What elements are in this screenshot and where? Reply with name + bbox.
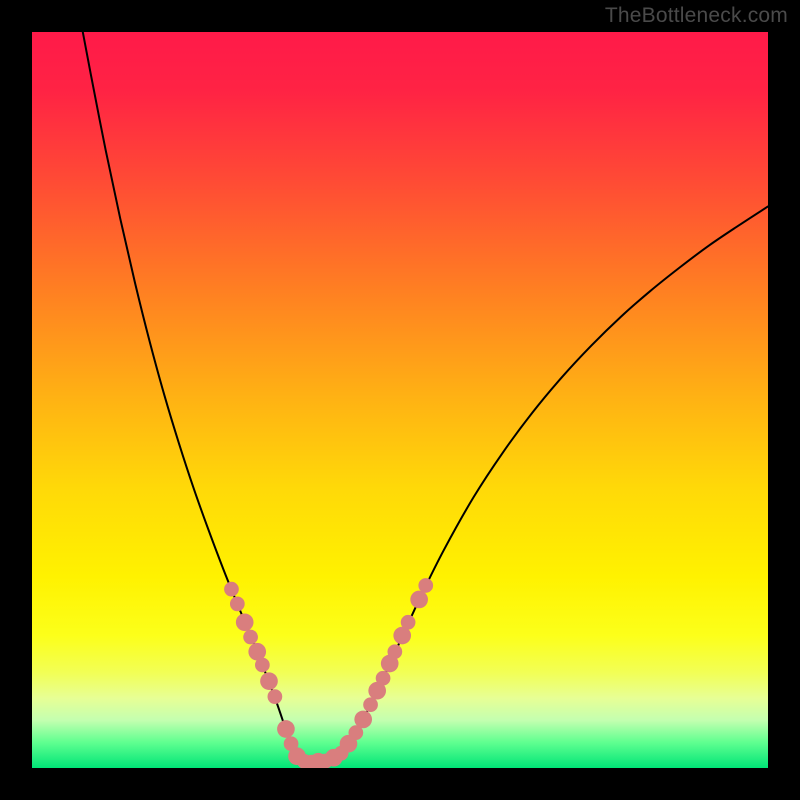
data-marker [255, 658, 270, 673]
data-marker [268, 689, 283, 704]
data-marker [410, 591, 428, 609]
data-marker [260, 672, 278, 690]
data-marker [277, 720, 295, 738]
curve-layer [32, 32, 768, 768]
data-marker [363, 697, 378, 712]
data-marker [387, 644, 402, 659]
plot-area [32, 32, 768, 768]
watermark-text: TheBottleneck.com [605, 4, 788, 28]
data-marker [236, 613, 254, 631]
chart-frame: TheBottleneck.com [0, 0, 800, 800]
data-marker [376, 671, 391, 686]
bottleneck-curve [83, 32, 768, 762]
data-marker [243, 630, 258, 645]
data-marker [230, 597, 245, 612]
data-marker [354, 711, 372, 729]
data-marker [418, 578, 433, 593]
data-marker [401, 615, 416, 630]
data-marker [224, 582, 239, 597]
